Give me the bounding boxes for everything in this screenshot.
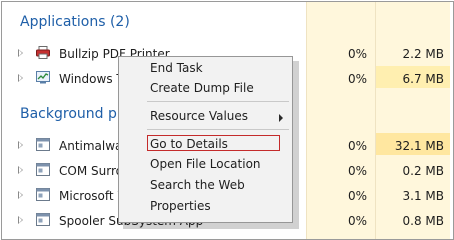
menu-separator	[147, 101, 289, 102]
process-cpu: 0%	[347, 189, 367, 203]
process-memory: 6.7 MB	[402, 72, 444, 86]
process-cpu: 0%	[347, 164, 367, 178]
group-header-applications: Applications (2)	[20, 14, 130, 30]
expand-arrow-icon[interactable]	[18, 166, 23, 174]
expand-arrow-icon[interactable]	[18, 191, 23, 199]
process-icon	[36, 188, 50, 201]
menu-item-create-dump-file[interactable]: Create Dump File	[150, 81, 254, 95]
submenu-arrow-icon	[279, 114, 283, 122]
expand-arrow-icon[interactable]	[18, 141, 23, 149]
expand-arrow-icon[interactable]	[18, 49, 23, 57]
process-memory: 32.1 MB	[394, 139, 444, 153]
printer-icon	[36, 46, 50, 59]
process-cpu: 0%	[347, 72, 367, 86]
process-memory: 2.2 MB	[402, 47, 444, 61]
expand-arrow-icon[interactable]	[18, 216, 23, 224]
expand-arrow-icon[interactable]	[18, 74, 23, 82]
process-memory: 3.1 MB	[402, 189, 444, 203]
menu-separator	[147, 129, 289, 130]
process-memory: 0.2 MB	[402, 164, 444, 178]
menu-item-end-task[interactable]: End Task	[150, 61, 203, 75]
group-header-background-processes: Background pro	[20, 106, 131, 122]
menu-item-properties[interactable]: Properties	[150, 199, 211, 213]
process-cpu: 0%	[347, 139, 367, 153]
process-memory: 0.8 MB	[402, 214, 444, 228]
menu-item-search-the-web[interactable]: Search the Web	[150, 178, 245, 192]
process-cpu: 0%	[347, 47, 367, 61]
menu-item-resource-values[interactable]: Resource Values	[150, 109, 248, 123]
process-icon	[36, 163, 50, 176]
process-icon	[36, 213, 50, 226]
process-icon	[36, 138, 50, 151]
context-menu: End Task Create Dump File Resource Value…	[118, 56, 293, 223]
menu-item-open-file-location[interactable]: Open File Location	[150, 157, 261, 171]
process-cpu: 0%	[347, 214, 367, 228]
task-manager-icon	[36, 71, 50, 84]
menu-item-go-to-details[interactable]: Go to Details	[150, 137, 228, 151]
